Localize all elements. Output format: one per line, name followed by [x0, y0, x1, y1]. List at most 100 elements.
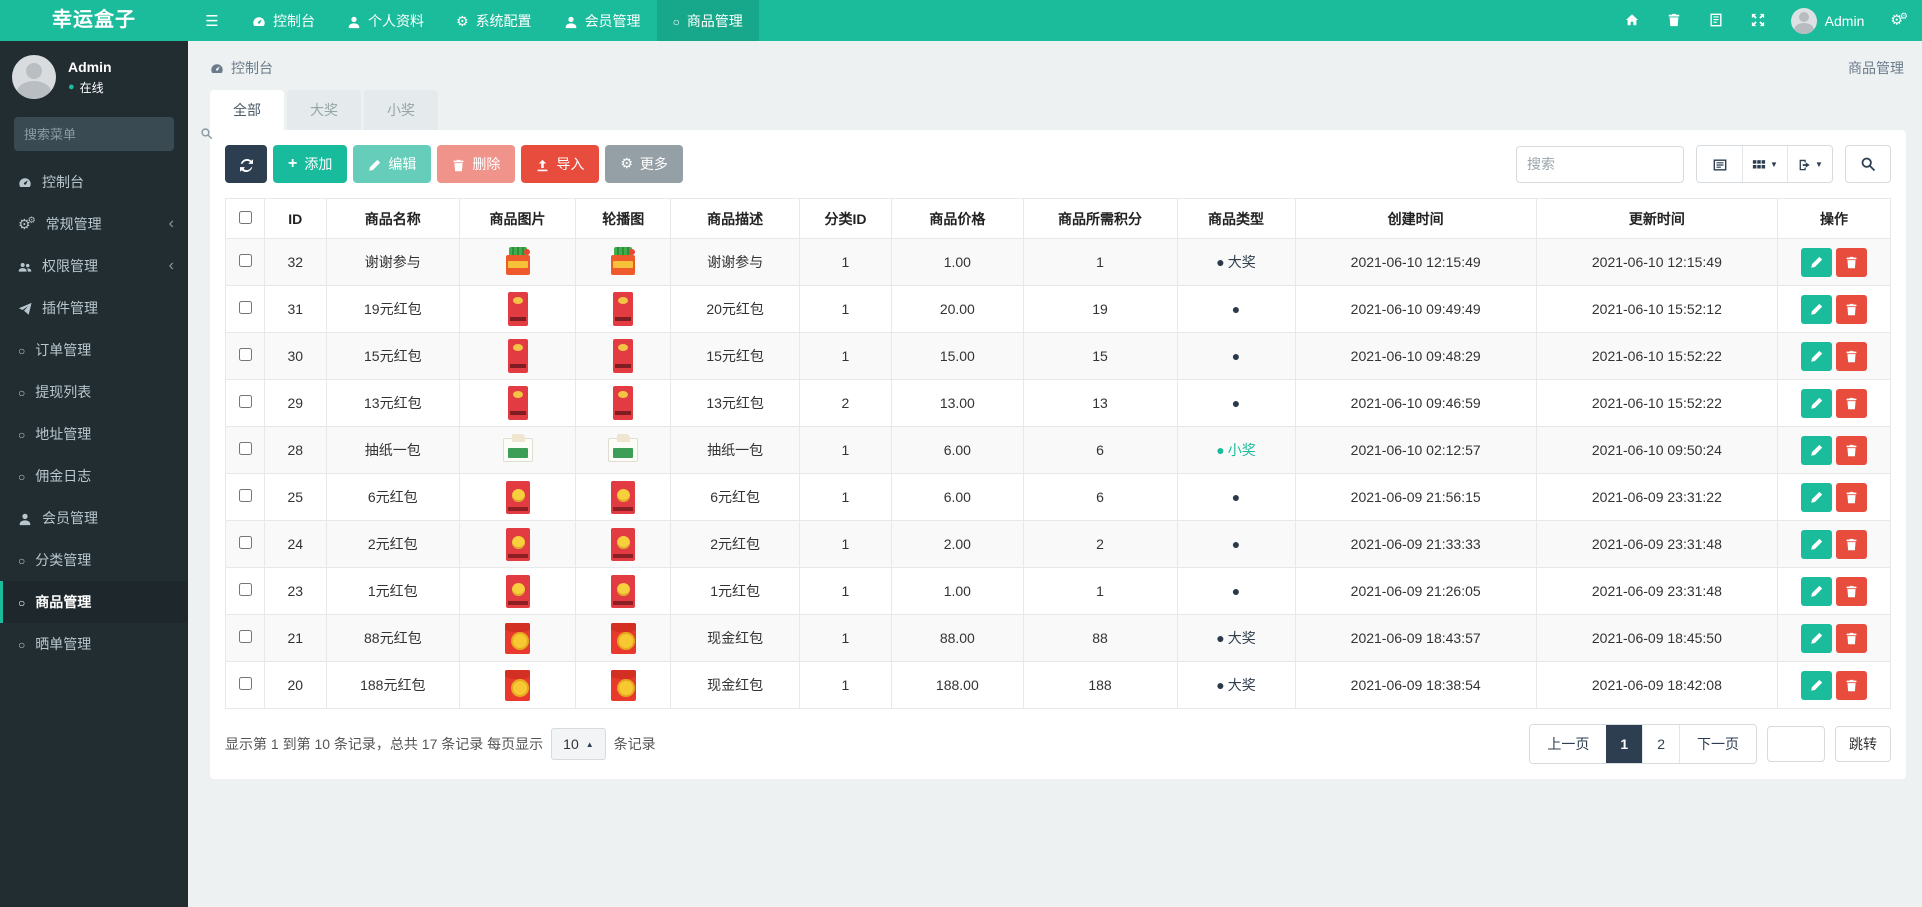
trash-icon [1667, 12, 1681, 30]
log-button[interactable] [1695, 0, 1737, 41]
row-checkbox[interactable] [238, 489, 252, 502]
row-delete-button[interactable] [1835, 341, 1867, 371]
search-submit-button[interactable] [1845, 145, 1891, 183]
type-dot-icon: ● [1216, 442, 1225, 458]
tab-1[interactable]: 大奖 [287, 90, 361, 130]
import-button[interactable]: 导入 [521, 145, 600, 183]
carousel-image-cell [574, 567, 672, 615]
next-page-button[interactable]: 下一页 [1679, 725, 1756, 763]
sidebar-item-categories[interactable]: ○ 分类管理 [0, 539, 188, 581]
navbar-user-menu[interactable]: Admin [1779, 0, 1877, 41]
column-header: 轮播图 [574, 198, 672, 239]
delete-button[interactable]: 删除 [437, 145, 516, 183]
category-id: 1 [798, 285, 893, 333]
row-edit-button[interactable] [1800, 435, 1832, 465]
nav-item-dashboard[interactable]: 控制台 [236, 0, 331, 41]
row-edit-button[interactable] [1800, 576, 1832, 606]
row-delete-button[interactable] [1835, 247, 1867, 277]
row-select-cell [225, 238, 265, 286]
sidebar-item-withdrawals[interactable]: ○ 提现列表 [0, 371, 188, 413]
required-points: 6 [1022, 426, 1178, 474]
select-all-checkbox[interactable] [238, 210, 252, 224]
add-button[interactable]: + 添加 [273, 145, 348, 183]
sidebar-item-general[interactable]: ⚙⚙ 常规管理 ‹ [0, 203, 188, 245]
row-delete-button[interactable] [1835, 388, 1867, 418]
row-checkbox[interactable] [238, 677, 252, 690]
row-checkbox[interactable] [238, 395, 252, 408]
clear-cache-button[interactable] [1653, 0, 1695, 41]
row-edit-button[interactable] [1800, 670, 1832, 700]
jump-page-input[interactable] [1767, 726, 1825, 762]
row-checkbox[interactable] [238, 583, 252, 596]
row-delete-button[interactable] [1835, 670, 1867, 700]
row-edit-button[interactable] [1800, 294, 1832, 324]
row-id: 24 [264, 520, 327, 568]
columns-button[interactable]: ▼ [1742, 146, 1787, 182]
row-checkbox[interactable] [238, 348, 252, 361]
type-dot-icon: ● [1216, 630, 1225, 646]
category-id: 1 [798, 238, 893, 286]
row-edit-button[interactable] [1800, 341, 1832, 371]
sidebar-item-reviews[interactable]: ○ 晒单管理 [0, 623, 188, 665]
row-edit-button[interactable] [1800, 623, 1832, 653]
row-checkbox[interactable] [238, 630, 252, 643]
sidebar-item-permissions[interactable]: 权限管理 ‹ [0, 245, 188, 287]
settings-button[interactable]: ⚙⚙ [1876, 0, 1922, 41]
nav-item-products[interactable]: ○ 商品管理 [656, 0, 759, 41]
row-actions [1776, 520, 1892, 568]
sidebar-search-input[interactable] [24, 126, 200, 142]
row-edit-button[interactable] [1800, 388, 1832, 418]
sidebar-item-dashboard[interactable]: 控制台 [0, 161, 188, 203]
more-button[interactable]: ⚙ 更多 [605, 145, 683, 183]
home-button[interactable] [1611, 0, 1653, 41]
page-button-1[interactable]: 1 [1606, 725, 1643, 763]
page-size-select[interactable]: 10 ▲ [551, 728, 606, 760]
row-delete-button[interactable] [1835, 576, 1867, 606]
product-name: 2元红包 [325, 520, 461, 568]
nav-item-system-config[interactable]: ⚙ 系统配置 [440, 0, 548, 41]
product-image [507, 386, 528, 420]
breadcrumb-location[interactable]: 控制台 [231, 58, 273, 78]
product-image-cell [459, 285, 576, 333]
jump-button[interactable]: 跳转 [1835, 726, 1891, 762]
product-table-card: +添加 编辑 删除 导入 ⚙更多 ▼ ▼ ID商品名称商品图片轮播图商品 [210, 130, 1906, 779]
edit-button[interactable]: 编辑 [353, 145, 432, 183]
nav-item-members[interactable]: 会员管理 [548, 0, 657, 41]
refresh-button[interactable] [225, 145, 267, 183]
row-delete-button[interactable] [1835, 482, 1867, 512]
row-delete-button[interactable] [1835, 435, 1867, 465]
prev-page-button[interactable]: 上一页 [1530, 725, 1607, 763]
sidebar-item-addresses[interactable]: ○ 地址管理 [0, 413, 188, 455]
product-name: 谢谢参与 [325, 238, 461, 286]
product-type: ● 小奖 [1176, 426, 1296, 474]
row-delete-button[interactable] [1835, 294, 1867, 324]
row-delete-button[interactable] [1835, 529, 1867, 559]
row-edit-button[interactable] [1800, 247, 1832, 277]
tab-0[interactable]: 全部 [210, 90, 284, 130]
row-checkbox[interactable] [238, 301, 252, 314]
nav-item-profile[interactable]: 个人资料 [331, 0, 440, 41]
sidebar-item-commission-log[interactable]: ○ 佣金日志 [0, 455, 188, 497]
detail-view-button[interactable] [1697, 146, 1742, 182]
row-checkbox[interactable] [238, 536, 252, 549]
product-type: ● [1176, 520, 1296, 568]
plus-icon: + [288, 155, 298, 172]
sidebar-toggle-button[interactable]: ☰ [188, 0, 236, 41]
top-navbar: 幸运盒子 ☰ 控制台 个人资料 ⚙ 系统配置 会员管理 ○ 商品管理 Admin ⚙⚙ [0, 0, 1922, 41]
export-button[interactable]: ▼ [1787, 146, 1832, 182]
sidebar-item-plugins[interactable]: 插件管理 [0, 287, 188, 329]
sidebar-item-members[interactable]: 会员管理 [0, 497, 188, 539]
page-button-2[interactable]: 2 [1642, 725, 1679, 763]
row-checkbox[interactable] [238, 254, 252, 267]
sidebar: Admin ●在线 控制台⚙⚙常规管理‹权限管理‹插件管理○订单管理○提现列表○… [0, 41, 213, 907]
row-edit-button[interactable] [1800, 529, 1832, 559]
tab-2[interactable]: 小奖 [364, 90, 438, 130]
table-search-input[interactable] [1516, 145, 1684, 183]
row-edit-button[interactable] [1800, 482, 1832, 512]
fullscreen-button[interactable] [1737, 0, 1779, 41]
row-delete-button[interactable] [1835, 623, 1867, 653]
sidebar-item-products[interactable]: ○ 商品管理 [0, 581, 188, 623]
row-checkbox[interactable] [238, 442, 252, 455]
product-price: 20.00 [891, 285, 1024, 333]
sidebar-item-orders[interactable]: ○ 订单管理 [0, 329, 188, 371]
